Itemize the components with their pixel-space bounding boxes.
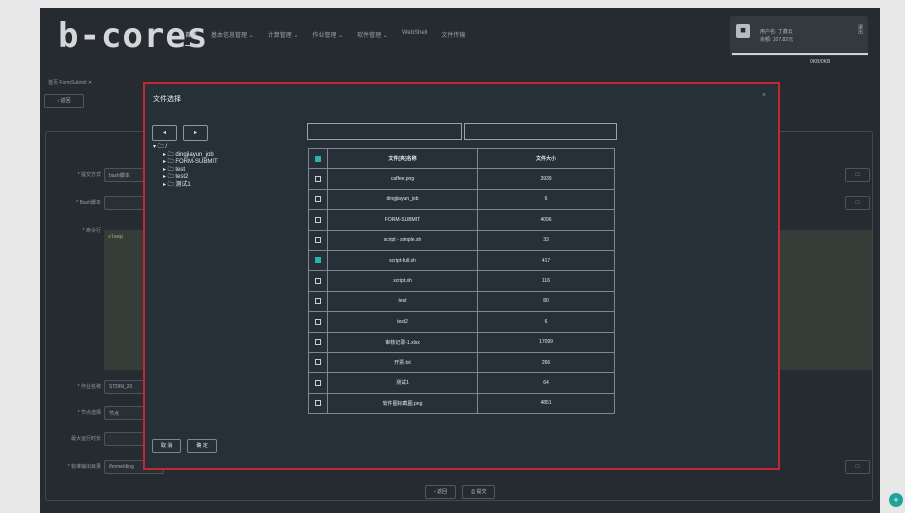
- file-name: script - simple.sh: [327, 229, 478, 251]
- row-checkbox[interactable]: [315, 400, 321, 407]
- file-name: dingjiayun_job: [327, 188, 478, 211]
- file-name: test: [327, 290, 478, 313]
- file-size: 4851: [477, 392, 615, 415]
- tree-nav: ◂ ▸: [152, 125, 208, 141]
- file-name: caffee.png: [327, 168, 478, 190]
- folder-tree: ▾ 🗀 / ▸ 🗀 dingjiayun_job ▸ 🗀 FORM-SUBMIT…: [153, 144, 218, 189]
- select-all-checkbox[interactable]: [315, 155, 321, 162]
- table-row[interactable]: dingjiayun_job 6: [308, 188, 615, 211]
- file-name: test2: [327, 311, 478, 333]
- table-row[interactable]: script - simple.sh 33: [308, 229, 615, 251]
- row-checkbox-cell[interactable]: [308, 311, 328, 333]
- filter-row: [307, 123, 617, 140]
- name-filter-input[interactable]: [307, 123, 462, 140]
- tree-forward-button[interactable]: ▸: [183, 125, 208, 141]
- table-row[interactable]: script-full.sh 417: [308, 249, 615, 272]
- table-row[interactable]: FORM-SUBMIT 4096: [308, 209, 615, 231]
- size-filter-input[interactable]: [464, 123, 617, 140]
- table-row[interactable]: 软件图标截图.png 4851: [308, 392, 615, 415]
- table-row[interactable]: script.sh 116: [308, 270, 615, 292]
- confirm-button[interactable]: 确 定: [187, 439, 217, 453]
- tree-item[interactable]: ▸ 🗀 test2: [153, 174, 218, 182]
- row-checkbox-cell[interactable]: [308, 372, 328, 394]
- column-header-name[interactable]: 文件[夹]名称: [327, 147, 478, 170]
- row-checkbox-cell[interactable]: [308, 270, 328, 292]
- dialog-footer: 取 消 确 定: [152, 439, 217, 453]
- cancel-button[interactable]: 取 消: [152, 439, 182, 453]
- row-checkbox[interactable]: [315, 339, 321, 346]
- row-checkbox-cell[interactable]: [308, 249, 328, 272]
- file-name: 软件图标截图.png: [327, 392, 478, 415]
- column-header-size[interactable]: 文件大小: [477, 147, 615, 170]
- add-fab-button[interactable]: +: [889, 493, 903, 507]
- file-size: 417: [477, 249, 615, 272]
- table-header-row: 文件[夹]名称 文件大小: [308, 147, 615, 170]
- file-size: 64: [477, 372, 615, 394]
- file-size: 17099: [477, 331, 615, 353]
- tree-back-button[interactable]: ◂: [152, 125, 177, 141]
- tree-item[interactable]: ▸ 🗀 test: [153, 167, 218, 175]
- select-all-cell[interactable]: [308, 147, 328, 170]
- file-size: 4096: [477, 209, 615, 231]
- file-name: 测试1: [327, 372, 478, 394]
- file-name: 开票.txt: [327, 351, 478, 374]
- tree-item-root[interactable]: ▾ 🗀 /: [153, 144, 218, 152]
- row-checkbox-cell[interactable]: [308, 188, 328, 211]
- row-checkbox[interactable]: [315, 298, 321, 305]
- row-checkbox[interactable]: [315, 196, 321, 203]
- table-row[interactable]: test2 6: [308, 311, 615, 333]
- row-checkbox-cell[interactable]: [308, 209, 328, 231]
- row-checkbox-cell[interactable]: [308, 331, 328, 353]
- row-checkbox[interactable]: [315, 216, 321, 223]
- tree-item[interactable]: ▸ 🗀 FORM-SUBMIT: [153, 159, 218, 167]
- file-size: 3939: [477, 168, 615, 190]
- row-checkbox[interactable]: [315, 257, 321, 264]
- close-icon[interactable]: ×: [762, 92, 766, 99]
- file-select-dialog: 文件选择 × ◂ ▸ ▾ 🗀 / ▸ 🗀 dingjiayun_job ▸ 🗀 …: [143, 82, 780, 470]
- file-size: 33: [477, 229, 615, 251]
- row-checkbox-cell[interactable]: [308, 392, 328, 415]
- row-checkbox[interactable]: [315, 379, 321, 386]
- file-name: FORM-SUBMIT: [327, 209, 478, 231]
- tree-item[interactable]: ▸ 🗀 dingjiayun_job: [153, 152, 218, 160]
- file-size: 116: [477, 270, 615, 292]
- file-name: script-full.sh: [327, 249, 478, 272]
- row-checkbox[interactable]: [315, 237, 321, 244]
- file-name: 审核记录-1.xlsx: [327, 331, 478, 353]
- row-checkbox[interactable]: [315, 175, 321, 182]
- dialog-title: 文件选择: [153, 96, 181, 103]
- table-row[interactable]: 审核记录-1.xlsx 17099: [308, 331, 615, 353]
- row-checkbox[interactable]: [315, 359, 321, 366]
- row-checkbox[interactable]: [315, 277, 321, 284]
- table-row[interactable]: 开票.txt 266: [308, 351, 615, 374]
- row-checkbox-cell[interactable]: [308, 229, 328, 251]
- row-checkbox[interactable]: [315, 318, 321, 325]
- file-size: 266: [477, 351, 615, 374]
- file-rows: caffee.png 3939 dingjiayun_job 6 FORM-SUBMIT…: [308, 168, 615, 415]
- table-row[interactable]: 测试1 64: [308, 372, 615, 394]
- tree-item[interactable]: ▸ 🗀 测试1: [153, 182, 218, 190]
- file-size: 6: [477, 311, 615, 333]
- file-table: 文件[夹]名称 文件大小 caffee.png 3939 dingjiayun_jo…: [308, 147, 615, 415]
- table-row[interactable]: test 80: [308, 290, 615, 313]
- file-size: 80: [477, 290, 615, 313]
- file-size: 6: [477, 188, 615, 211]
- file-name: script.sh: [327, 270, 478, 292]
- row-checkbox-cell[interactable]: [308, 351, 328, 374]
- row-checkbox-cell[interactable]: [308, 290, 328, 313]
- table-row[interactable]: caffee.png 3939: [308, 168, 615, 190]
- row-checkbox-cell[interactable]: [308, 168, 328, 190]
